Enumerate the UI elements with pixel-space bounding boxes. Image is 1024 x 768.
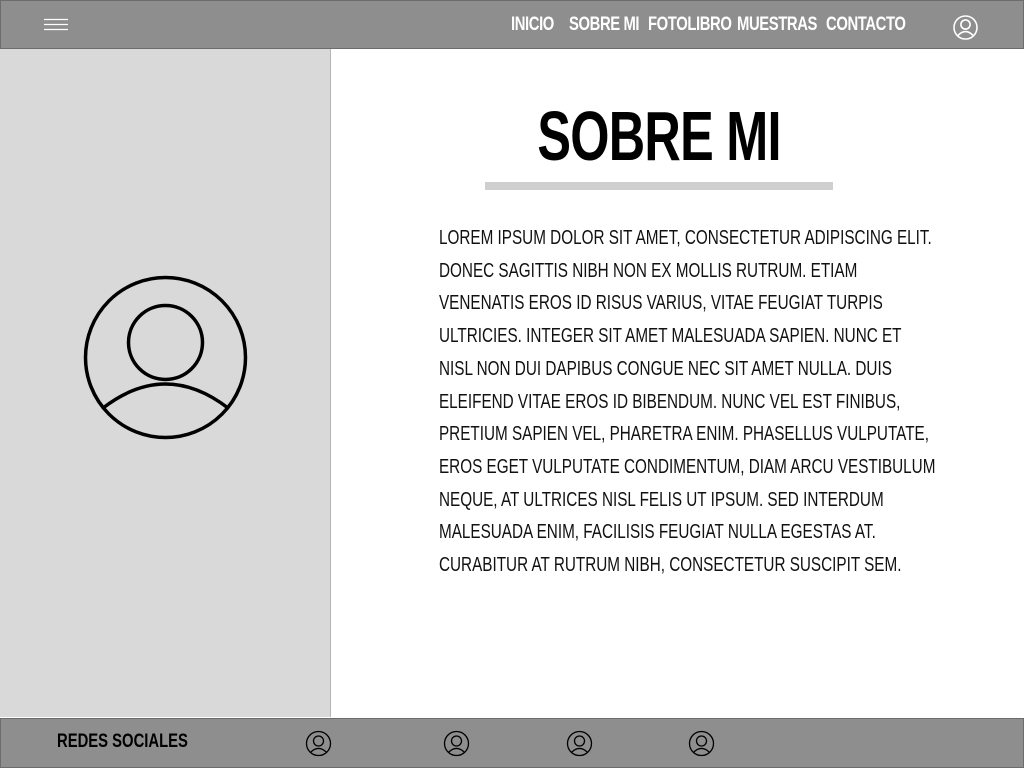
paragraph-line: NISL NON DUI DAPIBUS CONGUE NEC SIT AMET… <box>439 356 892 380</box>
profile-side-panel <box>0 49 331 717</box>
page-title-text: SOBRE MI <box>537 97 781 175</box>
nav-link-contacto[interactable]: CONTACTO <box>826 14 906 36</box>
paragraph-line: ULTRICIES. INTEGER SIT AMET MALESUADA SA… <box>439 324 902 348</box>
social-link-2-user-icon[interactable] <box>443 730 470 757</box>
paragraph-line: EROS EGET VULPUTATE CONDIMENTUM, DIAM AR… <box>439 454 936 478</box>
avatar-user-icon <box>83 275 248 440</box>
footer-social-label: REDES SOCIALES <box>57 731 188 752</box>
nav-link-fotolibro[interactable]: FOTOLIBRO <box>648 14 732 36</box>
about-paragraph: LOREM IPSUM DOLOR SIT AMET, CONSECTETUR … <box>439 222 936 582</box>
paragraph-line: LOREM IPSUM DOLOR SIT AMET, CONSECTETUR … <box>439 226 932 249</box>
social-link-4-user-icon[interactable] <box>688 730 715 757</box>
paragraph-line: PRETIUM SAPIEN VEL, PHARETRA ENIM. PHASE… <box>439 422 929 446</box>
nav-link-sobre-mi[interactable]: SOBRE MI <box>569 14 640 36</box>
top-navbar: INICIO SOBRE MI FOTOLIBRO MUESTRAS CONTA… <box>0 0 1024 49</box>
nav-link-inicio[interactable]: INICIO <box>511 14 554 36</box>
footer-bar: REDES SOCIALES <box>0 718 1024 768</box>
nav-link-muestras[interactable]: MUESTRAS <box>737 14 817 36</box>
paragraph-line: MALESUADA ENIM, FACILISIS FEUGIAT NULLA … <box>439 520 876 544</box>
paragraph-line: NEQUE, AT ULTRICES NISL FELIS UT IPSUM. … <box>439 487 884 511</box>
social-link-3-user-icon[interactable] <box>566 730 593 757</box>
title-underline <box>485 182 833 190</box>
hamburger-menu-icon[interactable] <box>44 18 70 34</box>
paragraph-line: VENENATIS EROS ID RISUS VARIUS, VITAE FE… <box>439 291 883 315</box>
paragraph-line: ELEIFEND VITAE EROS ID BIBENDUM. NUNC VE… <box>439 389 901 413</box>
page-title: SOBRE MI <box>485 96 833 176</box>
paragraph-line: DONEC SAGITTIS NIBH NON EX MOLLIS RUTRUM… <box>439 258 858 282</box>
paragraph-line: CURABITUR AT RUTRUM NIBH, CONSECTETUR SU… <box>439 553 902 577</box>
user-account-icon[interactable] <box>952 14 979 41</box>
social-link-1-user-icon[interactable] <box>305 730 332 757</box>
